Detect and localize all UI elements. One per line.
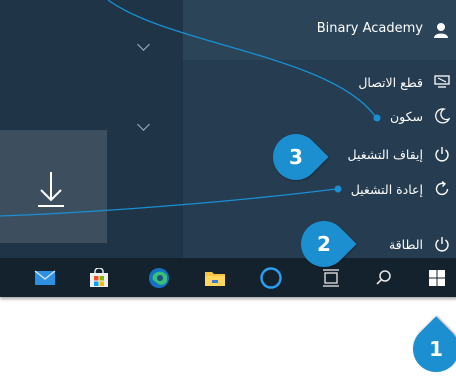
callout-2-number: 2 [317, 232, 331, 257]
callout-3-number: 3 [289, 145, 303, 170]
callout-1-number: 1 [429, 337, 443, 362]
annotation-connectors [0, 0, 381, 217]
